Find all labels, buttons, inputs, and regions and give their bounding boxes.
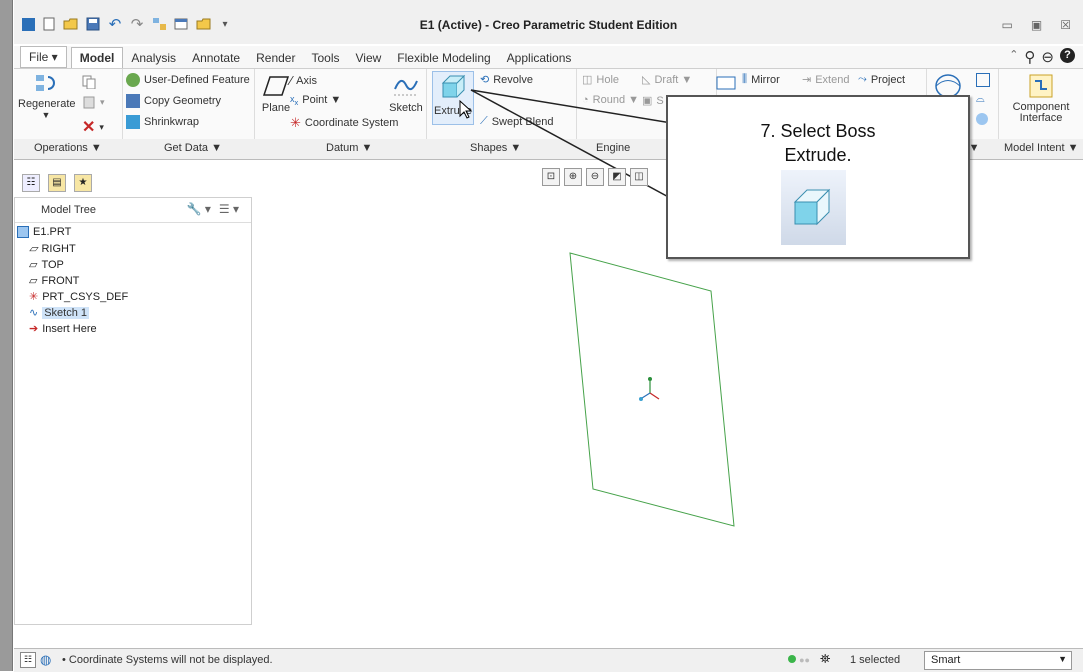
- instruction-callout: 7. Select Boss Extrude.: [666, 95, 970, 259]
- callout-text: 7. Select Boss Extrude.: [760, 121, 876, 165]
- selection-filter-dropdown[interactable]: Smart ▼: [924, 651, 1072, 670]
- selection-count: 1 selected: [850, 654, 901, 666]
- sketch-plane-outline: [569, 252, 735, 527]
- application-window: ↶ ↷ ▾ E1 (Active) - Creo Parametric Stud…: [14, 0, 1083, 672]
- find-icon[interactable]: ⛯: [820, 651, 830, 667]
- browser-toggle-icon[interactable]: ◍: [40, 652, 51, 668]
- chevron-down-icon: ▼: [1058, 654, 1067, 664]
- navigator-toggle-icon[interactable]: ☷: [20, 652, 36, 668]
- status-bar: ☷ ◍ • Coordinate Systems will not be dis…: [14, 648, 1083, 672]
- extrude-callout-icon: [781, 170, 846, 245]
- coordinate-system-triad: [639, 377, 660, 401]
- regeneration-status-icon: ●●: [788, 654, 810, 666]
- status-message: • Coordinate Systems will not be display…: [62, 654, 273, 666]
- left-edge-bar: [0, 0, 13, 671]
